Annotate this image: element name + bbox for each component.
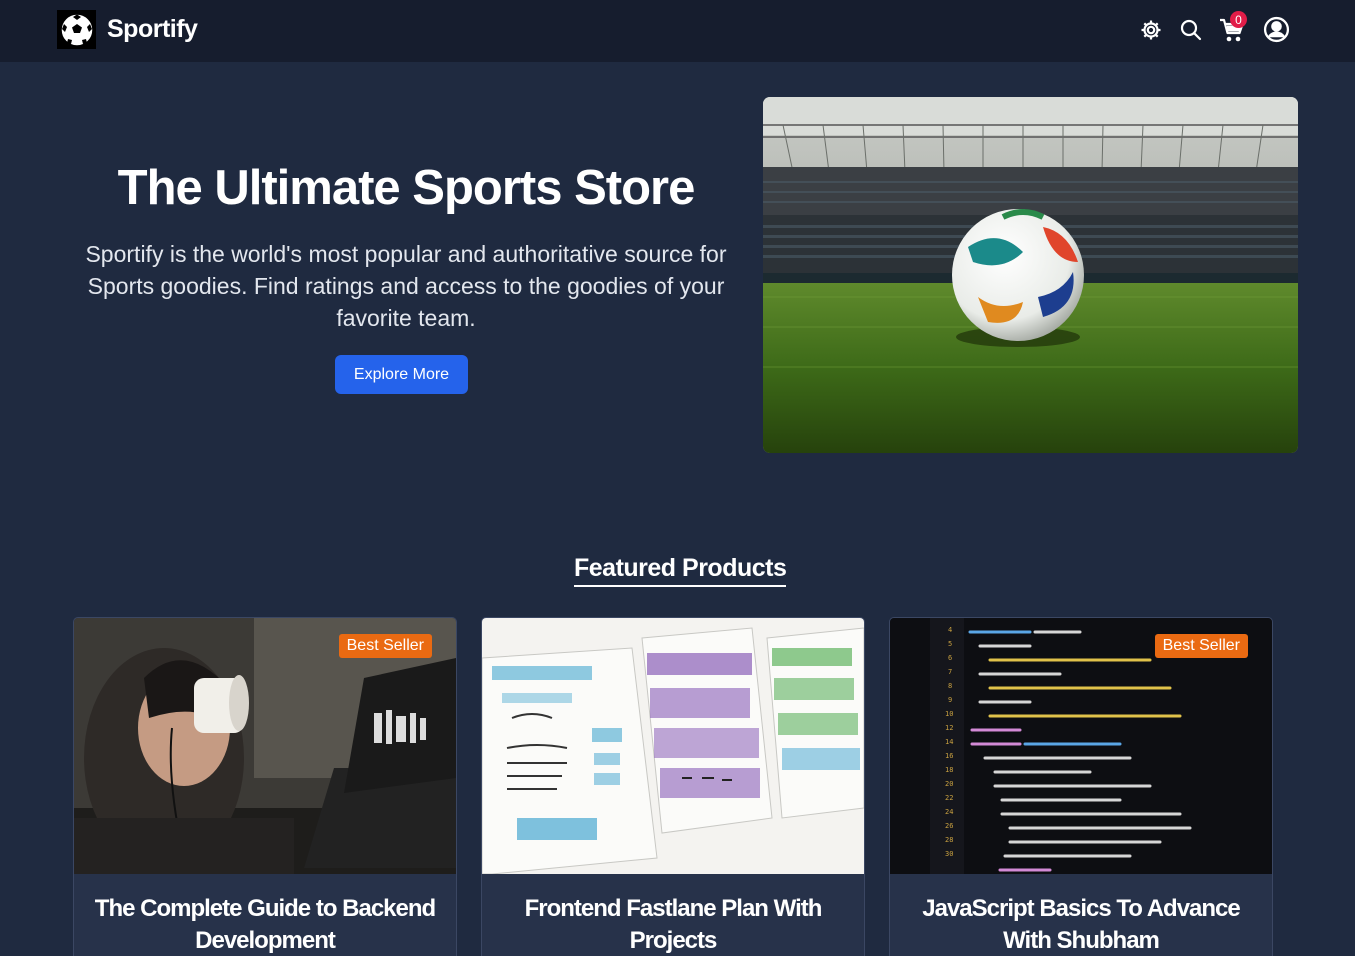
cart-count-badge: 0 — [1230, 11, 1247, 28]
navbar: Sportify 0 — [0, 0, 1355, 62]
featured-products-heading: Featured Products — [574, 554, 787, 587]
search-icon[interactable] — [1177, 16, 1205, 44]
svg-text:18: 18 — [945, 766, 953, 774]
product-card[interactable]: Frontend Fastlane Plan With Projects — [481, 617, 865, 956]
product-title[interactable]: The Complete Guide to Backend Developmen… — [86, 893, 444, 956]
product-title[interactable]: JavaScript Basics To Advance With Shubha… — [902, 893, 1260, 956]
svg-text:24: 24 — [945, 808, 953, 816]
svg-text:7: 7 — [948, 668, 952, 676]
explore-more-button[interactable]: Explore More — [335, 355, 468, 394]
hero-soccer-stadium-image — [763, 97, 1298, 453]
settings-icon[interactable] — [1137, 16, 1165, 44]
hero-description: Sportify is the world's most popular and… — [85, 241, 727, 331]
hero-title: The Ultimate Sports Store — [117, 161, 696, 215]
svg-text:30: 30 — [945, 850, 953, 858]
svg-text:26: 26 — [945, 822, 953, 830]
svg-text:10: 10 — [945, 710, 953, 718]
svg-text:16: 16 — [945, 752, 953, 760]
svg-text:4: 4 — [948, 626, 952, 634]
svg-text:28: 28 — [945, 836, 953, 844]
svg-text:8: 8 — [948, 682, 952, 690]
svg-text:20: 20 — [945, 780, 953, 788]
svg-text:9: 9 — [948, 696, 952, 704]
product-image-frontend — [482, 618, 864, 874]
brand[interactable]: Sportify — [57, 10, 198, 49]
svg-text:12: 12 — [945, 724, 953, 732]
brand-name: Sportify — [107, 15, 198, 43]
svg-text:6: 6 — [948, 654, 952, 662]
user-icon[interactable] — [1262, 15, 1290, 43]
svg-text:22: 22 — [945, 794, 953, 802]
svg-text:5: 5 — [948, 640, 952, 648]
svg-text:14: 14 — [945, 738, 953, 746]
soccer-ball-logo-icon — [57, 10, 96, 49]
product-card[interactable]: 4 5 6 7 8 9 10 12 14 16 18 20 22 24 26 28 30 — [889, 617, 1273, 956]
product-title[interactable]: Frontend Fastlane Plan With Projects — [494, 893, 852, 956]
product-card[interactable]: Best Seller The Complete Guide to Backen… — [73, 617, 457, 956]
best-seller-badge: Best Seller — [338, 634, 432, 658]
best-seller-badge: Best Seller — [1154, 634, 1248, 658]
